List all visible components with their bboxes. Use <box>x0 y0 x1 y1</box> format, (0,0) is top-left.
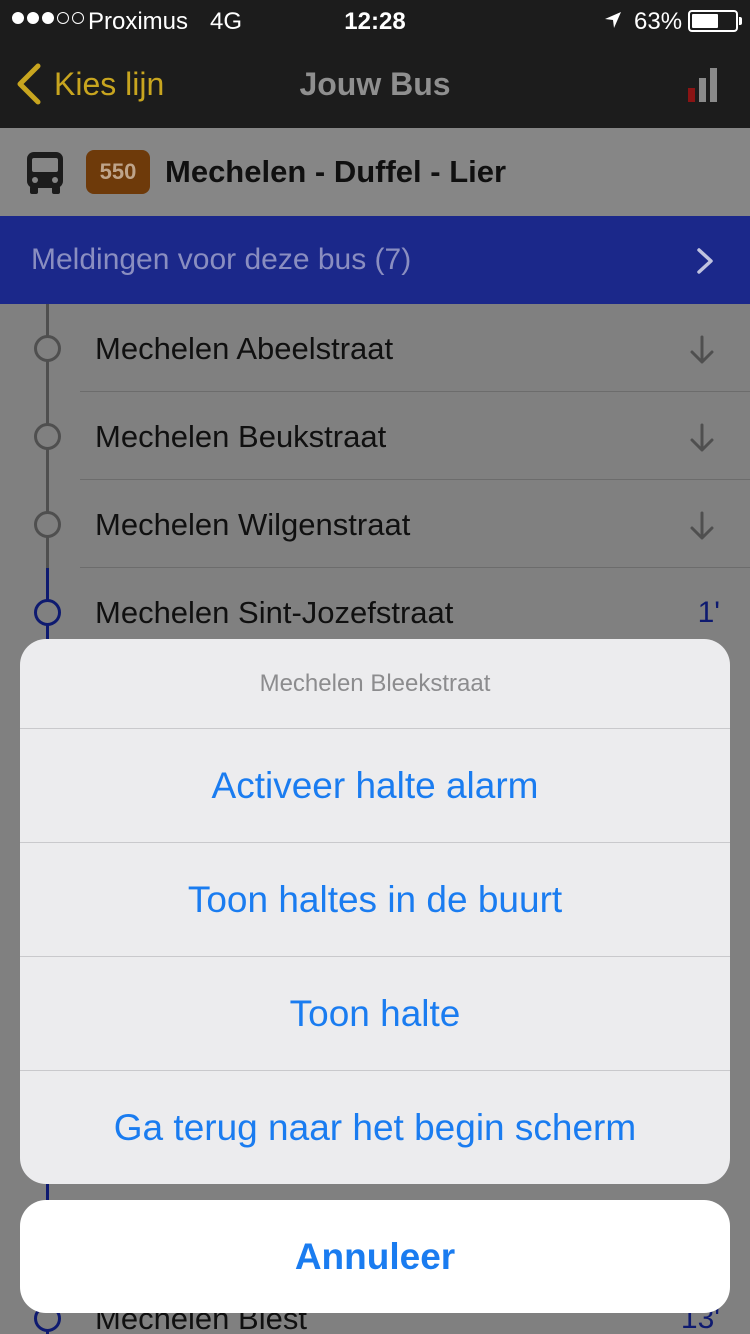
stop-name: Mechelen Wilgenstraat <box>95 507 411 542</box>
activate-stop-alarm-button[interactable]: Activeer halte alarm <box>20 728 730 842</box>
battery-icon <box>688 10 742 32</box>
bar-chart-icon[interactable] <box>686 66 720 102</box>
stop-row[interactable]: Mechelen Abeelstraat <box>0 304 750 392</box>
arrow-down-icon <box>690 511 714 540</box>
navigation-bar: Kies lijn Jouw Bus <box>0 40 750 128</box>
stop-eta: 1' <box>697 596 720 629</box>
stop-node-icon <box>34 599 61 626</box>
show-stop-button[interactable]: Toon halte <box>20 956 730 1070</box>
stop-node-icon <box>34 423 61 450</box>
bus-icon <box>27 152 63 194</box>
stop-name: Mechelen Sint-Jozefstraat <box>95 595 454 630</box>
arrow-down-icon <box>690 335 714 364</box>
stop-name: Mechelen Abeelstraat <box>95 331 394 366</box>
stop-row[interactable]: Mechelen Wilgenstraat <box>0 480 750 568</box>
stop-node-icon <box>34 511 61 538</box>
show-nearby-stops-button[interactable]: Toon haltes in de buurt <box>20 842 730 956</box>
notices-row[interactable]: Meldingen voor deze bus (7) <box>0 216 750 304</box>
stop-row[interactable]: Mechelen Beukstraat <box>0 392 750 480</box>
line-header: 550 Mechelen - Duffel - Lier <box>0 128 750 216</box>
cancel-button[interactable]: Annuleer <box>20 1200 730 1313</box>
stop-name: Mechelen Beukstraat <box>95 419 387 454</box>
back-to-home-button[interactable]: Ga terug naar het begin scherm <box>20 1070 730 1184</box>
line-name: Mechelen - Duffel - Lier <box>165 154 507 189</box>
page-title: Jouw Bus <box>299 66 451 102</box>
notices-label: Meldingen voor deze bus (7) <box>31 243 412 276</box>
chevron-right-icon <box>697 248 713 274</box>
action-sheet: Mechelen Bleekstraat Activeer halte alar… <box>20 639 730 1184</box>
location-arrow-icon <box>605 12 621 28</box>
line-number-badge: 550 <box>86 150 150 194</box>
battery-percentage: 63% <box>634 8 683 35</box>
stop-node-icon <box>34 335 61 362</box>
status-bar: Proximus 4G 12:28 63% <box>0 0 750 40</box>
arrow-down-icon <box>690 423 714 452</box>
action-sheet-title: Mechelen Bleekstraat <box>259 670 491 697</box>
